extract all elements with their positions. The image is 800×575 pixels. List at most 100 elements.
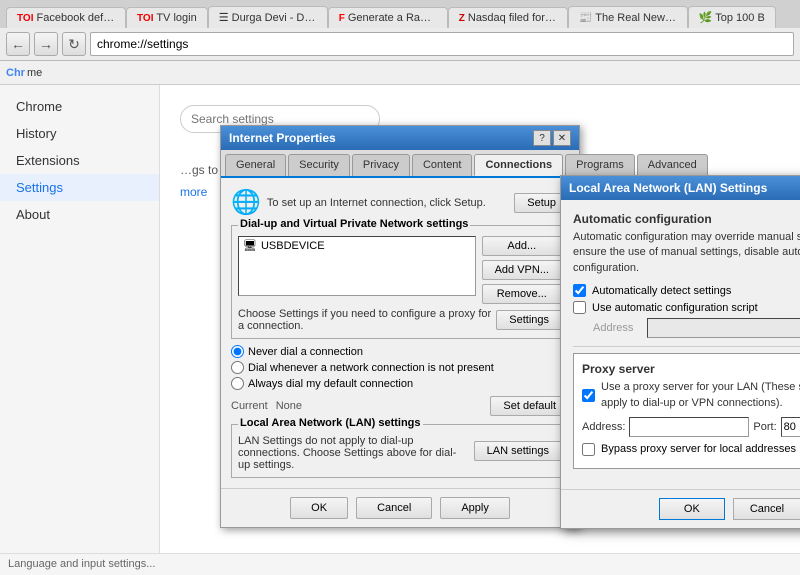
ie-titlebar-controls: ? ✕ <box>533 130 571 146</box>
auto-config-desc: Automatic configuration may override man… <box>573 230 800 276</box>
settings-button[interactable]: Settings <box>496 310 562 330</box>
bottom-bar-text: Language and input settings... <box>8 558 155 570</box>
ie-dialog-buttons: OK Cancel Apply <box>221 488 579 527</box>
proxy-checkbox-label: Use a proxy server for your LAN (These s… <box>601 380 800 411</box>
usb-icon: 🖥 <box>243 239 257 252</box>
dialup-listbox[interactable]: 🖥 USBDEVICE <box>238 236 476 296</box>
radio-whenever[interactable]: Dial whenever a network connection is no… <box>231 361 569 374</box>
tab-durga[interactable]: ☰ Durga Devi - Devotio... <box>208 6 328 28</box>
add-button[interactable]: Add... <box>482 236 562 256</box>
chrome-main: …gs to connect to the network. more Inte… <box>160 85 800 553</box>
chrome-body: Chrome History Extensions Settings About… <box>0 85 800 553</box>
lan-settings-button[interactable]: LAN settings <box>474 441 562 461</box>
back-button[interactable]: ← <box>6 32 30 56</box>
tab-realnews[interactable]: 📰 The Real News Netw... <box>568 6 688 28</box>
ie-dialog-title: Internet Properties <box>229 131 336 145</box>
lan-cancel-button[interactable]: Cancel <box>733 498 800 520</box>
tab-nasdaq[interactable]: Z Nasdaq filed for $42r... <box>448 7 568 28</box>
auto-detect-label: Automatically detect settings <box>592 285 731 297</box>
tab-facebook[interactable]: TOI Facebook defends m... <box>6 7 126 28</box>
sidebar-item-extensions[interactable]: Extensions <box>0 147 159 174</box>
dialup-title: Dial-up and Virtual Private Network sett… <box>238 218 470 230</box>
divider <box>573 346 800 347</box>
remove-button[interactable]: Remove... <box>482 284 562 304</box>
auto-config-script-label: Use automatic configuration script <box>592 302 758 314</box>
proxy-address-label: Address: <box>582 421 625 433</box>
proxy-use-checkbox[interactable]: Use a proxy server for your LAN (These s… <box>582 380 800 411</box>
dialup-buttons: Add... Add VPN... Remove... <box>482 236 562 304</box>
lan-settings-dialog[interactable]: Local Area Network (LAN) Settings ✕ Auto… <box>560 175 800 529</box>
tab-programs[interactable]: Programs <box>565 154 635 176</box>
dialup-group: Dial-up and Virtual Private Network sett… <box>231 225 569 339</box>
lan-section-title: Local Area Network (LAN) settings <box>238 417 423 429</box>
url-bar[interactable] <box>90 32 794 56</box>
radio-always[interactable]: Always dial my default connection <box>231 377 569 390</box>
browser-toolbar: ← → ↻ <box>0 28 800 61</box>
tab-content[interactable]: Content <box>412 154 473 176</box>
internet-properties-dialog[interactable]: Internet Properties ? ✕ General Security… <box>220 125 580 528</box>
dialup-list-area: 🖥 USBDEVICE <box>238 236 476 304</box>
ie-cancel-button[interactable]: Cancel <box>356 497 432 519</box>
tab-privacy[interactable]: Privacy <box>352 154 410 176</box>
dialog-overlay: Internet Properties ? ✕ General Security… <box>160 85 800 553</box>
forward-button[interactable]: → <box>34 32 58 56</box>
proxy-server-title: Proxy server <box>582 362 800 376</box>
proxy-address-row: Address: Port: Advanced <box>582 417 800 437</box>
browser-tabs: TOI Facebook defends m... TOI TV login ☰… <box>0 0 800 28</box>
lan-settings-group: Local Area Network (LAN) settings LAN Se… <box>231 424 569 478</box>
proxy-port-input[interactable] <box>781 417 800 437</box>
listbox-item-usb: 🖥 USBDEVICE <box>239 237 475 254</box>
proxy-port-label: Port: <box>753 421 776 433</box>
dialup-content: 🖥 USBDEVICE Add... Add VPN... Remove... <box>238 236 562 304</box>
auto-detect-checkbox[interactable]: Automatically detect settings <box>573 284 800 297</box>
auto-config-script-checkbox[interactable]: Use automatic configuration script <box>573 301 800 314</box>
chrome-sidebar: Chrome History Extensions Settings About <box>0 85 160 553</box>
bypass-checkbox[interactable]: Bypass proxy server for local addresses <box>582 443 800 456</box>
tab-tv[interactable]: TOI TV login <box>126 7 208 28</box>
lan-dialog-buttons: OK Cancel <box>561 489 800 528</box>
current-value: None <box>276 400 302 412</box>
ie-help-button[interactable]: ? <box>533 130 551 146</box>
bypass-label: Bypass proxy server for local addresses <box>601 443 796 455</box>
lan-titlebar: Local Area Network (LAN) Settings ✕ <box>561 176 800 200</box>
set-default-button[interactable]: Set default <box>490 396 569 416</box>
tab-general[interactable]: General <box>225 154 286 176</box>
tab-connections[interactable]: Connections <box>474 154 563 176</box>
tab-security[interactable]: Security <box>288 154 350 176</box>
sidebar-item-settings[interactable]: Settings <box>0 174 159 201</box>
add-vpn-button[interactable]: Add VPN... <box>482 260 562 280</box>
proxy-address-input[interactable] <box>629 417 749 437</box>
address-label: Address <box>593 322 643 334</box>
lan-ok-button[interactable]: OK <box>659 498 725 520</box>
sidebar-item-chrome[interactable]: Chrome <box>0 93 159 120</box>
refresh-button[interactable]: ↻ <box>62 32 86 56</box>
more-link[interactable]: more <box>180 185 207 199</box>
lan-dialog-content: Automatic configuration Automatic config… <box>561 200 800 489</box>
choose-settings-text: Choose Settings if you need to configure… <box>238 308 496 332</box>
sidebar-item-about[interactable]: About <box>0 201 159 228</box>
ie-dialog-tabs: General Security Privacy Content Connect… <box>221 150 579 178</box>
setup-text: To set up an Internet connection, click … <box>267 197 514 209</box>
auto-config-section: Automatic configuration Automatic config… <box>573 212 800 338</box>
bottom-bar: Language and input settings... <box>0 553 800 575</box>
setup-row: 🌐 To set up an Internet connection, clic… <box>231 188 569 217</box>
ie-ok-button[interactable]: OK <box>290 497 348 519</box>
lan-dialog-title: Local Area Network (LAN) Settings <box>569 181 767 195</box>
tab-advanced[interactable]: Advanced <box>637 154 708 176</box>
sidebar-item-history[interactable]: History <box>0 120 159 147</box>
ie-titlebar: Internet Properties ? ✕ <box>221 126 579 150</box>
tab-top100[interactable]: 🌿 Top 100 B <box>688 6 776 28</box>
radio-group: Never dial a connection Dial whenever a … <box>231 345 569 390</box>
settings-row: Choose Settings if you need to configure… <box>238 308 562 332</box>
ie-close-button[interactable]: ✕ <box>553 130 571 146</box>
tab-random[interactable]: F Generate a Random N... <box>328 7 448 28</box>
address-row: Address <box>593 318 800 338</box>
bookmarks-bar: Chrme <box>0 61 800 85</box>
ie-apply-button[interactable]: Apply <box>440 497 510 519</box>
radio-never[interactable]: Never dial a connection <box>231 345 569 358</box>
auto-config-title: Automatic configuration <box>573 212 800 226</box>
bookmark-chrome[interactable]: Chrme <box>6 67 42 79</box>
current-row: Current None Set default <box>231 396 569 416</box>
address-input[interactable] <box>647 318 800 338</box>
ie-dialog-content: 🌐 To set up an Internet connection, clic… <box>221 178 579 488</box>
